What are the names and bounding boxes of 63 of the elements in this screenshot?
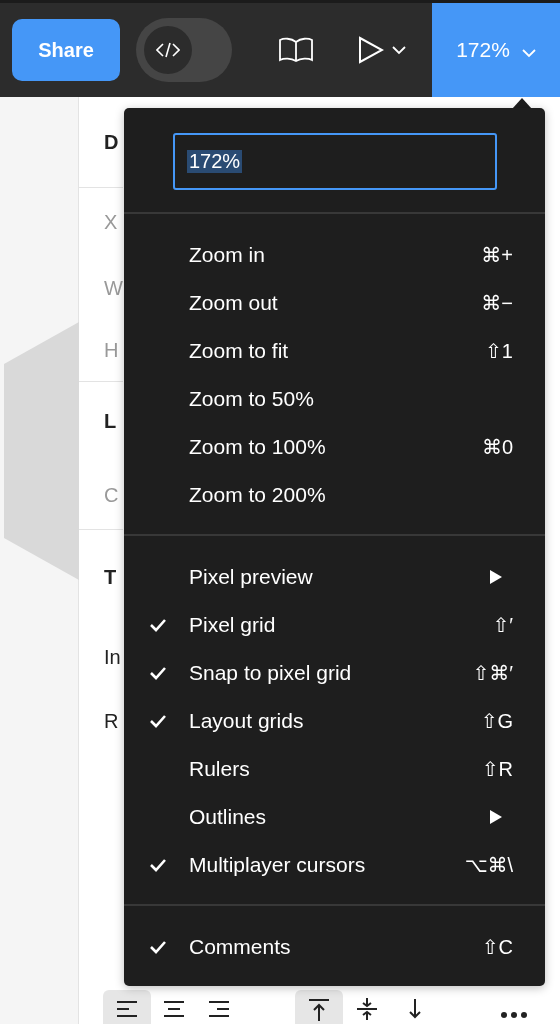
menu-item[interactable]: Zoom to fit ⇧1 [124,327,545,375]
menu-item[interactable]: Zoom out ⌘− [124,279,545,327]
menu-item-label: Zoom in [189,243,266,267]
menu-item-label: Zoom out [189,291,279,315]
panel-label: W [104,276,123,300]
shortcut-label: ⌘− [481,291,513,315]
caret-icon [521,49,536,58]
panel-label: L [104,410,117,433]
book-icon[interactable] [278,37,314,63]
panel-label: D [104,130,119,154]
menu-item-label: Zoom to 100% [189,435,327,459]
menu-item-label: Snap to pixel grid [189,661,353,685]
zoom-input-field[interactable]: 172% [173,133,497,190]
menu-item[interactable]: Zoom to 100% ⌘0 [124,423,545,471]
menu-item-label: Pixel preview [189,565,314,589]
menu-item[interactable]: Snap to pixel grid ⇧⌘′ [124,649,545,697]
caret-icon[interactable] [392,45,406,55]
panel-label: In [104,645,121,669]
shortcut-label: ⇧1 [485,339,513,363]
menu-item[interactable]: Layout grids ⇧G [124,697,545,745]
text-align-icon [115,1000,139,1018]
panel-label: R [104,709,119,733]
shortcut-label: ⇧⌘′ [472,661,513,685]
shortcut-label: ⇧′ [492,613,513,637]
shortcut-label: ⌘+ [481,243,513,267]
shortcut-label: ⌥⌘\ [464,853,513,877]
shortcut-label: ⇧C [481,935,513,959]
panel-label: T [104,566,117,589]
shortcut-label: ⇧G [480,709,513,733]
menu-item-label: Zoom to 50% [189,387,315,411]
more-icon[interactable] [501,1012,527,1018]
menu-item-label: Comments [189,935,292,959]
panel-label: X [104,211,118,234]
menu-item-label: Layout grids [189,709,305,733]
menu-item-label: Rulers [189,757,251,781]
menu-item-label: Multiplayer cursors [189,853,367,877]
menu-item-label: Zoom to fit [189,339,290,363]
vertical-align-icon [307,997,331,1021]
text-align-icon [206,1000,231,1018]
submenu-arrow-icon [490,810,502,824]
panel-label: C [104,483,119,507]
menu-item[interactable]: Rulers ⇧R [124,745,545,793]
play-icon[interactable] [358,36,384,64]
vertical-align-icon [355,997,379,1021]
menu-item[interactable]: Comments ⇧C [124,923,545,971]
menu-item[interactable]: Outlines [124,793,545,841]
submenu-arrow-icon [490,570,502,584]
shortcut-label: ⇧R [481,757,513,781]
panel-label: H [104,338,119,362]
text-align-button[interactable] [103,990,151,1024]
menu-item-label: Outlines [189,805,268,829]
vertical-align-button[interactable] [295,990,343,1024]
menu-item[interactable]: Pixel preview [124,553,545,601]
shortcut-label: ⌘0 [481,435,513,459]
code-icon [144,26,192,74]
menu-item[interactable]: Zoom to 200% [124,471,545,519]
menu-item-label: Pixel grid [189,613,277,637]
menu-item[interactable]: Pixel grid ⇧′ [124,601,545,649]
menu-item[interactable]: Zoom to 50% [124,375,545,423]
menu-item[interactable]: Zoom in ⌘+ [124,231,545,279]
menu-item[interactable]: Multiplayer cursors ⌥⌘\ [124,841,545,889]
menu-item-label: Zoom to 200% [189,483,327,507]
text-align-icon [161,1000,186,1018]
